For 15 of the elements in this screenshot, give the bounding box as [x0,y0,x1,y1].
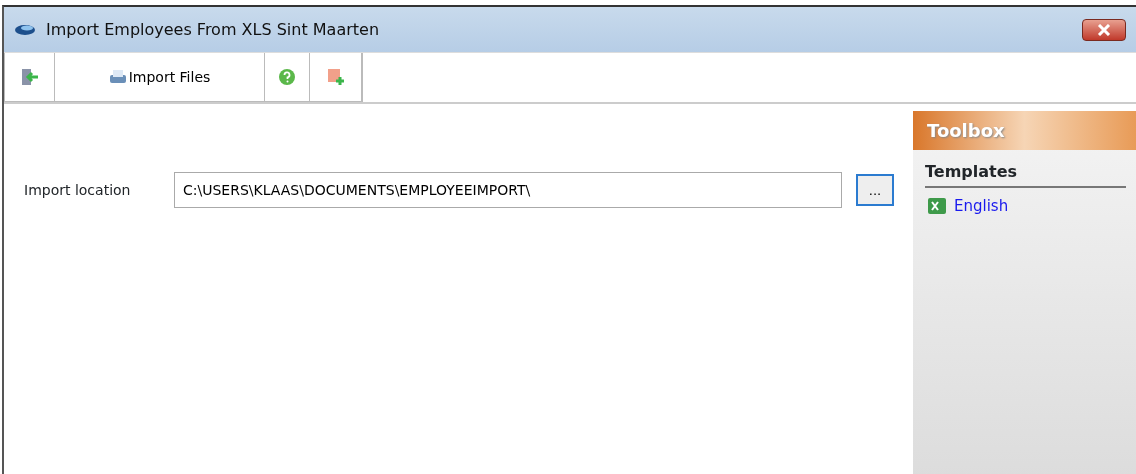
window-title: Import Employees From XLS Sint Maarten [46,18,380,41]
browse-button[interactable]: ... [856,174,894,206]
close-button[interactable] [1082,18,1126,41]
help-icon [278,68,296,86]
template-link[interactable]: English [954,195,1009,218]
exit-door-icon [20,68,39,86]
add-page-icon [326,68,345,86]
section-heading: Templates [925,160,1126,188]
panel-header: Toolbox [913,111,1136,150]
close-icon [1097,23,1111,36]
spreadsheet-icon [927,197,947,216]
input-field[interactable]: C:\USERS\KLAAS\DOCUMENTS\EMPLOYEEIMPORT\ [174,172,842,208]
printer-icon [108,69,127,85]
field-label: Import location [24,180,132,200]
app-logo-icon [14,23,36,36]
